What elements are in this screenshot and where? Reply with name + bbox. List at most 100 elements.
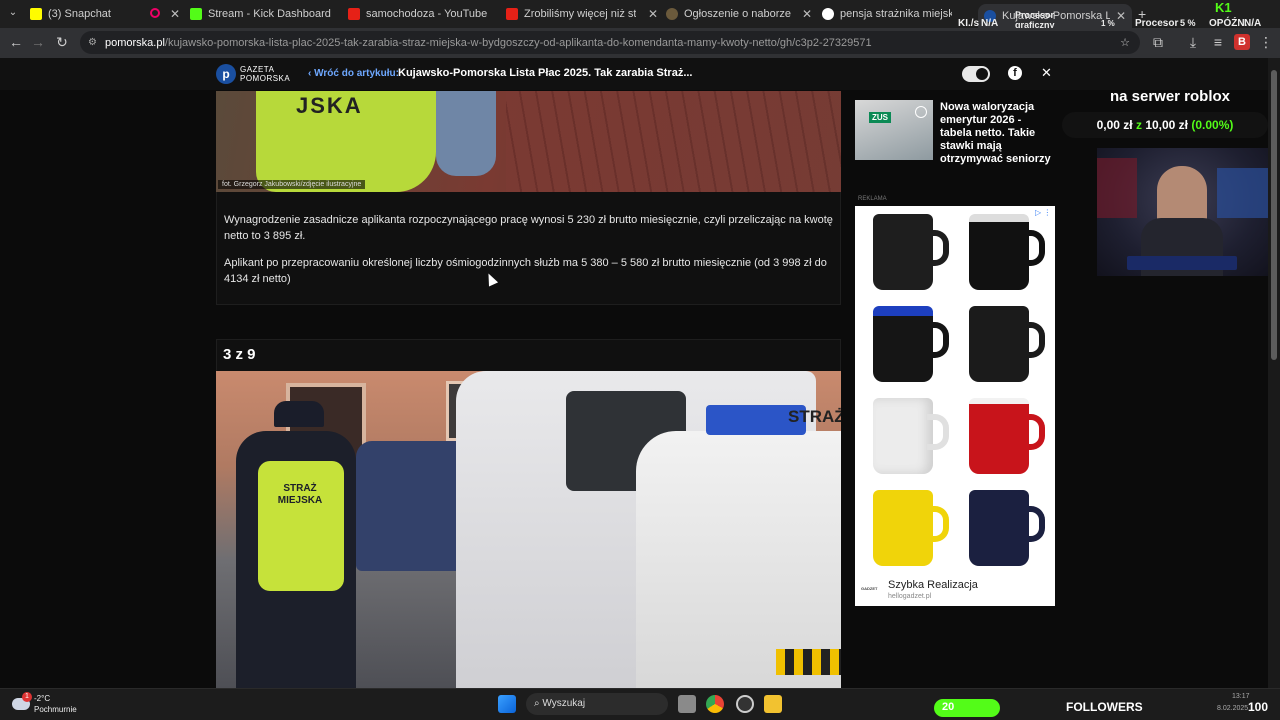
tab-youtube-samochodoza[interactable]: samochodoza - YouTube ✕ xyxy=(348,4,494,24)
scrollbar-thumb[interactable] xyxy=(1271,70,1277,360)
address-bar[interactable]: ⚙ pomorska.pl /kujawsko-pomorska-lista-p… xyxy=(80,31,1140,54)
close-gallery-icon[interactable]: ✕ xyxy=(1041,65,1052,81)
download-icon[interactable]: ⤓ xyxy=(1183,33,1203,51)
ad-brand[interactable]: Szybka Realizacja xyxy=(888,579,978,591)
donation-goal-title: na serwer roblox xyxy=(1109,88,1231,105)
mug-red-enamel xyxy=(957,392,1049,480)
tab-label: (3) Snapchat xyxy=(48,8,111,20)
ad-domain[interactable]: hellogadzet.pl xyxy=(888,593,931,600)
close-tab-icon[interactable]: ✕ xyxy=(802,7,812,21)
logo-line1: GAZETA xyxy=(240,65,275,74)
close-tab-icon[interactable]: ✕ xyxy=(170,7,180,21)
media-icon[interactable]: ≡ xyxy=(1208,33,1228,51)
mug-white xyxy=(861,392,953,480)
photo1-vest-text: JSKA xyxy=(296,93,363,118)
tab-label: Zrobiliśmy więcej niż straż miej xyxy=(524,8,636,20)
photo3-van-sign: STRAŻ xyxy=(788,407,841,426)
tab-ogloszenie[interactable]: Ogłoszenie o naborze na stanc ✕ xyxy=(666,4,812,24)
recording-icon xyxy=(150,8,160,18)
close-tab-icon[interactable]: ✕ xyxy=(648,7,658,21)
goal-target: 10,00 zł xyxy=(1145,118,1189,132)
gallery-photo-3: STRAŻ STRAŻ MIEJSKA xyxy=(216,371,841,688)
gpu-label: Procesor graficzny xyxy=(1015,10,1055,30)
task-view-icon[interactable] xyxy=(678,695,696,713)
menu-kebab-icon[interactable]: ⋮ xyxy=(1256,33,1276,51)
tray-date: 8.02.2025 xyxy=(1217,705,1249,712)
kick-k1-logo: K1 xyxy=(1215,0,1232,15)
weather-temp: -2°C xyxy=(34,694,51,703)
close-tab-icon[interactable]: ✕ xyxy=(493,7,494,21)
related-article-card[interactable]: ZUS Nowa waloryzacja emerytur 2026 - tab… xyxy=(855,100,1055,165)
paragraph-2: Aplikant po przepracowaniu określonej li… xyxy=(224,257,827,285)
tab-kick-dashboard[interactable]: Stream - Kick Dashboard ✕ xyxy=(190,4,336,24)
forward-arrow-icon[interactable]: → xyxy=(28,33,48,51)
mug-navy xyxy=(957,484,1049,572)
gazeta-logo-icon[interactable]: p xyxy=(216,64,236,84)
followers-goal: 100 xyxy=(1248,700,1269,714)
tab-label: Ogłoszenie o naborze na stanc xyxy=(684,8,794,20)
goal-current: 0,00 zł xyxy=(1096,118,1133,132)
tab-label: samochodoza - YouTube xyxy=(366,8,488,20)
ad-banner[interactable]: ▷ ⋮ GADZET Szybka Realizacja hellogadzet… xyxy=(855,206,1055,606)
perf-overlay: KI./s N/A Procesor graficzny 1 % Proceso… xyxy=(955,0,1275,30)
tab-google-search[interactable]: pensja strażnika miejskiego - G xyxy=(822,4,970,24)
ad-brand-logo: GADZET xyxy=(861,586,878,591)
photo1-pavement xyxy=(506,91,841,192)
donation-goal-progress: 0,00 zł z 10,00 zł (0.00%) xyxy=(1062,112,1268,138)
weather-badge: 1 xyxy=(22,692,32,702)
facebook-icon[interactable]: f xyxy=(1008,66,1022,80)
gpu-value: 1 % xyxy=(1101,19,1115,28)
weather-widget[interactable]: 1 -2°C Pochmurnie xyxy=(10,692,100,718)
dark-mode-toggle[interactable] xyxy=(962,66,990,82)
article-title-header: Kujawsko-Pomorska Lista Płac 2025. Tak z… xyxy=(398,67,693,79)
tab-search-button[interactable]: ⌄ xyxy=(6,7,20,21)
goal-sep: z xyxy=(1135,118,1142,132)
tab-snapchat[interactable]: (3) Snapchat ✕ xyxy=(30,4,180,24)
snapchat-icon xyxy=(30,8,42,20)
extensions-icon[interactable]: ⧉ xyxy=(1148,33,1168,51)
photo3-vest-text: STRAŻ MIEJSKA xyxy=(277,483,323,506)
tab-label: Stream - Kick Dashboard xyxy=(208,8,331,20)
webcam-keyboard xyxy=(1127,256,1237,270)
search-placeholder: Wyszukaj xyxy=(542,698,586,709)
related-title[interactable]: Nowa waloryzacja emerytur 2026 - tabela … xyxy=(940,101,1056,166)
taskbar-search[interactable]: ⌕ Wyszukaj xyxy=(526,693,668,715)
related-thumb[interactable]: ZUS xyxy=(855,100,933,160)
youtube-icon xyxy=(348,8,360,20)
followers-count: 20 xyxy=(942,701,955,713)
mug-black-white-inside xyxy=(957,208,1049,296)
back-arrow-icon[interactable]: ← xyxy=(6,33,26,51)
back-link-label: Wróć do artykułu: xyxy=(314,68,399,79)
mug-blue-inside xyxy=(861,300,953,388)
followers-label: FOLLOWERS xyxy=(1066,700,1143,714)
tab-youtube-zrobilismy[interactable]: Zrobiliśmy więcej niż straż miej ✕ xyxy=(506,4,658,24)
gallery-counter: 3 z 9 xyxy=(223,346,256,363)
paragraph-1: Wynagrodzenie zasadnicze aplikanta rozpo… xyxy=(224,214,833,242)
profile-avatar[interactable]: B xyxy=(1234,34,1250,50)
webcam-monitor-right xyxy=(1217,168,1270,218)
photo3-checker-stripe xyxy=(776,649,841,675)
back-to-article-link[interactable]: ‹ Wróć do artykułu: xyxy=(308,68,399,79)
photo-credit: fot. Grzegorz Jakubowski/zdjęcie ilustra… xyxy=(218,180,366,189)
chrome-icon[interactable] xyxy=(706,695,724,713)
site-info-icon[interactable]: ⚙ xyxy=(88,37,97,48)
url-path: /kujawsko-pomorska-lista-plac-2025-tak-z… xyxy=(164,36,872,49)
obs-icon[interactable] xyxy=(736,695,754,713)
gallery-photo-1: JSKA xyxy=(216,91,841,192)
kick-icon xyxy=(190,8,202,20)
weather-desc: Pochmurnie xyxy=(34,705,77,714)
tab-label: pensja strażnika miejskiego - G xyxy=(840,8,952,20)
webcam-monitor-left xyxy=(1097,158,1137,218)
url-host: pomorska.pl xyxy=(104,36,165,49)
app-r-icon[interactable] xyxy=(764,695,782,713)
toggle-knob xyxy=(976,68,988,80)
windows-start-icon[interactable] xyxy=(498,695,516,713)
bookmark-star-icon[interactable]: ☆ xyxy=(1120,36,1130,49)
related-thumb-label: ZUS xyxy=(869,112,891,123)
youtube-icon xyxy=(506,8,518,20)
logo-line2: POMORSKA xyxy=(240,74,291,83)
site-logo-text[interactable]: GAZETA POMORSKA xyxy=(240,65,290,83)
mug-black-2 xyxy=(957,300,1049,388)
reload-icon[interactable]: ↻ xyxy=(52,33,72,51)
photo3-officer-vest xyxy=(258,461,344,591)
